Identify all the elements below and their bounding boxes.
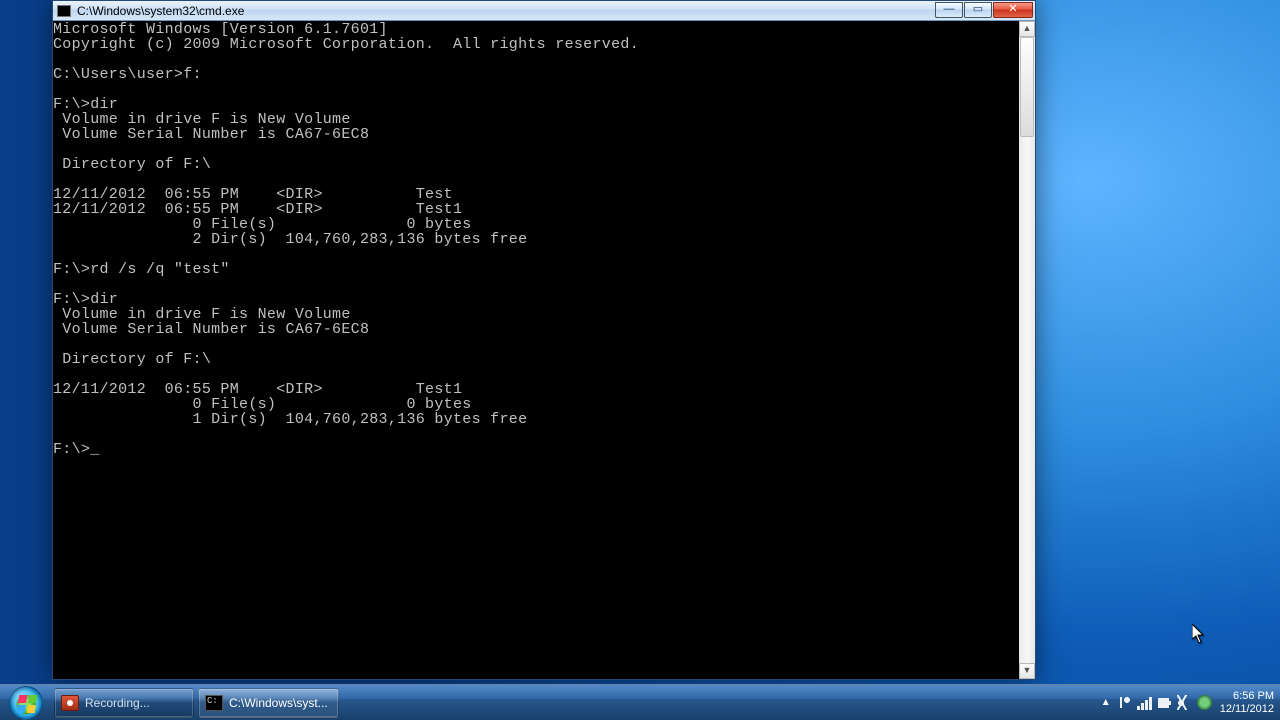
- minimize-button[interactable]: —: [935, 2, 963, 18]
- tray-icons: [1117, 695, 1212, 710]
- taskbar-label: C:\Windows\syst...: [229, 696, 328, 710]
- battery-icon[interactable]: [1157, 695, 1172, 710]
- line: C:\Users\user>f:: [53, 66, 202, 83]
- cmd-icon: [57, 5, 71, 17]
- desktop: C:\Windows\system32\cmd.exe — ▭ ✕ Micros…: [0, 0, 1280, 720]
- scroll-up-button[interactable]: ▲: [1019, 21, 1035, 37]
- console-output[interactable]: Microsoft Windows [Version 6.1.7601] Cop…: [53, 21, 1019, 679]
- taskbar: Recording... C:\Windows\syst... ▲ 6:56 P…: [0, 684, 1280, 720]
- line: Copyright (c) 2009 Microsoft Corporation…: [53, 36, 639, 53]
- close-button[interactable]: ✕: [993, 2, 1033, 18]
- titlebar[interactable]: C:\Windows\system32\cmd.exe — ▭ ✕: [53, 1, 1035, 21]
- maximize-button[interactable]: ▭: [964, 2, 992, 18]
- line: Directory of F:\: [53, 156, 211, 173]
- volume-icon[interactable]: [1177, 695, 1192, 710]
- tray-overflow-button[interactable]: ▲: [1097, 694, 1115, 712]
- scroll-thumb[interactable]: [1020, 37, 1034, 137]
- taskbar-item-cmd[interactable]: C:\Windows\syst...: [198, 688, 339, 718]
- vertical-scrollbar[interactable]: ▲ ▼: [1019, 21, 1035, 679]
- windows-logo-icon: [9, 686, 43, 720]
- clock-date: 12/11/2012: [1220, 703, 1274, 716]
- line: Volume Serial Number is CA67-6EC8: [53, 126, 369, 143]
- mouse-cursor: [1192, 624, 1206, 644]
- recorder-icon: [61, 695, 79, 711]
- cmd-icon: [205, 695, 223, 711]
- line: Volume Serial Number is CA67-6EC8: [53, 321, 369, 338]
- clock[interactable]: 6:56 PM 12/11/2012: [1220, 690, 1274, 716]
- system-tray: ▲ 6:56 PM 12/11/2012: [1097, 685, 1280, 720]
- window-controls: — ▭ ✕: [934, 2, 1033, 18]
- line: F:\>rd /s /q "test": [53, 261, 230, 278]
- line: Directory of F:\: [53, 351, 211, 368]
- taskbar-item-recording[interactable]: Recording...: [54, 688, 194, 718]
- scroll-track[interactable]: [1019, 37, 1035, 663]
- line: 1 Dir(s) 104,760,283,136 bytes free: [53, 411, 527, 428]
- cmd-window: C:\Windows\system32\cmd.exe — ▭ ✕ Micros…: [52, 0, 1036, 680]
- line: 2 Dir(s) 104,760,283,136 bytes free: [53, 231, 527, 248]
- text-cursor: _: [90, 442, 99, 457]
- window-title: C:\Windows\system32\cmd.exe: [77, 4, 244, 18]
- start-button[interactable]: [0, 685, 52, 720]
- scroll-down-button[interactable]: ▼: [1019, 663, 1035, 679]
- taskbar-label: Recording...: [85, 696, 150, 710]
- clock-time: 6:56 PM: [1220, 690, 1274, 703]
- network-icon[interactable]: [1137, 695, 1152, 710]
- action-center-icon[interactable]: [1117, 695, 1132, 710]
- tray-app-icon[interactable]: [1197, 695, 1212, 710]
- prompt: F:\>: [53, 441, 90, 458]
